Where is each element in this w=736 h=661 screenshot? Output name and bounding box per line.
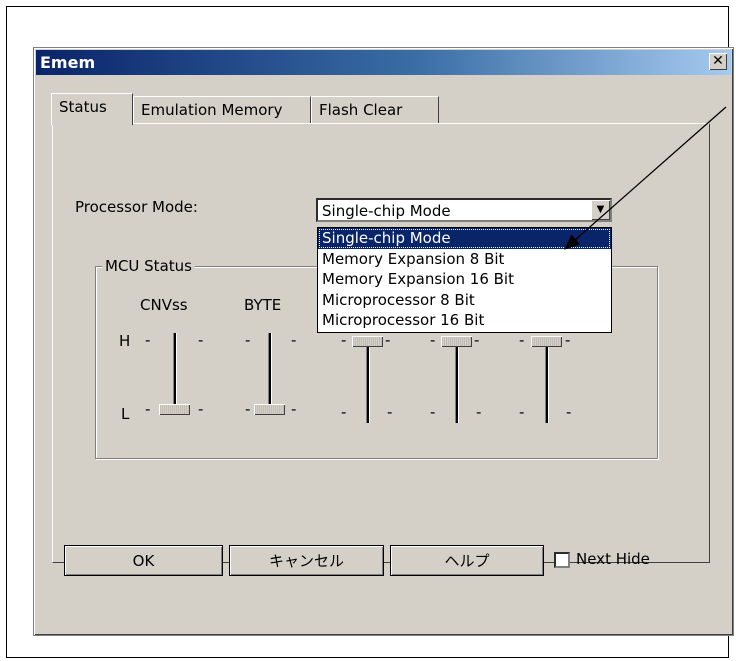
close-icon: ✕ (712, 53, 724, 69)
window-title: Emem (40, 53, 96, 72)
dropdown-option[interactable]: Microprocessor 8 Bit (318, 290, 611, 311)
tick-mark: - (474, 331, 480, 349)
processor-mode-dropdown: Single-chip Mode Memory Expansion 8 Bit … (317, 227, 612, 333)
slider-thumb-byte[interactable] (254, 404, 285, 415)
tick-mark: - (519, 331, 525, 349)
ok-button[interactable]: OK (64, 545, 223, 576)
dropdown-option[interactable]: Memory Expansion 8 Bit (318, 249, 611, 270)
tab-flash-clear[interactable]: Flash Clear (311, 96, 439, 124)
slider-track (173, 333, 177, 411)
tick-mark: - (245, 400, 251, 418)
cancel-label: キャンセル (268, 552, 344, 570)
low-label: L (121, 405, 130, 423)
tick-mark: - (145, 400, 151, 418)
slider-thumb-cnvss[interactable] (159, 404, 190, 415)
tab-status[interactable]: Status (51, 93, 133, 125)
processor-mode-value: Single-chip Mode (322, 202, 451, 220)
title-bar: Emem ✕ (36, 50, 731, 75)
tick-mark: - (476, 403, 482, 421)
slider-track (545, 343, 549, 423)
slider-track (268, 333, 272, 411)
tick-mark: - (519, 403, 525, 421)
tick-mark: - (198, 400, 204, 418)
slider-thumb-4[interactable] (441, 336, 472, 347)
tab-label: Flash Clear (319, 101, 403, 119)
tab-emulation-memory[interactable]: Emulation Memory (133, 96, 311, 124)
processor-mode-select[interactable]: Single-chip Mode ▼ (316, 198, 612, 222)
tab-label: Emulation Memory (141, 101, 283, 119)
tick-mark: - (291, 400, 297, 418)
tick-mark: - (385, 331, 391, 349)
close-button[interactable]: ✕ (709, 53, 727, 70)
tick-mark: - (291, 331, 297, 349)
tick-mark: - (145, 331, 151, 349)
dropdown-option[interactable]: Single-chip Mode (318, 228, 611, 249)
tab-label: Status (59, 98, 107, 116)
tick-mark: - (341, 403, 347, 421)
slider-thumb-3[interactable] (352, 336, 383, 347)
help-label: ヘルプ (444, 552, 490, 570)
dropdown-option[interactable]: Memory Expansion 16 Bit (318, 269, 611, 290)
slider-track (366, 343, 370, 423)
next-hide-checkbox[interactable] (554, 552, 570, 568)
processor-mode-label: Processor Mode: (75, 198, 198, 216)
tick-mark: - (198, 331, 204, 349)
slider-track (455, 343, 459, 423)
cancel-button[interactable]: キャンセル (229, 545, 384, 576)
tick-mark: - (566, 403, 572, 421)
slider-thumb-5[interactable] (531, 336, 562, 347)
tick-mark: - (341, 331, 347, 349)
chevron-down-icon[interactable]: ▼ (591, 200, 610, 220)
mcu-status-title: MCU Status (102, 257, 195, 275)
next-hide-label: Next Hide (576, 550, 650, 568)
dropdown-option[interactable]: Microprocessor 16 Bit (318, 310, 611, 331)
slider-label-byte: BYTE (244, 296, 282, 314)
ok-label: OK (132, 552, 155, 570)
tick-mark: - (430, 403, 436, 421)
tick-mark: - (430, 331, 436, 349)
tick-mark: - (245, 331, 251, 349)
slider-label-cnvss: CNVss (140, 296, 188, 314)
help-button[interactable]: ヘルプ (390, 545, 544, 576)
high-label: H (119, 332, 131, 350)
tick-mark: - (387, 403, 393, 421)
tick-mark: - (565, 331, 571, 349)
